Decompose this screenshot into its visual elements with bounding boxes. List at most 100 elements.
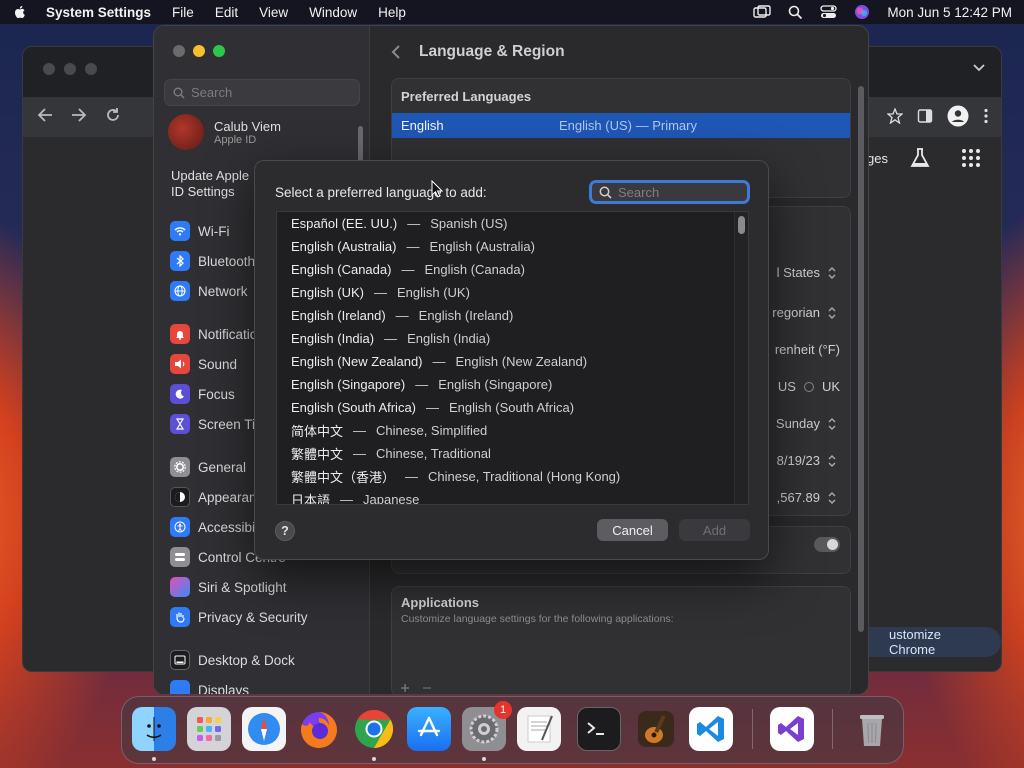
apple-menu-icon[interactable] bbox=[12, 4, 28, 20]
accessibility-icon bbox=[170, 517, 190, 537]
reload-icon[interactable] bbox=[105, 107, 121, 123]
language-separator: — bbox=[426, 400, 440, 415]
customize-chrome-button[interactable]: ustomize Chrome bbox=[849, 627, 1001, 657]
language-english-name: English (New Zealand) bbox=[455, 354, 588, 369]
labs-flask-icon[interactable] bbox=[909, 147, 931, 169]
spotlight-search-icon[interactable] bbox=[788, 5, 803, 20]
menu-view[interactable]: View bbox=[259, 5, 288, 20]
textedit-icon[interactable] bbox=[517, 707, 561, 751]
language-separator: — bbox=[432, 354, 446, 369]
sidebar-item-desktop-dock[interactable]: Desktop & Dock bbox=[170, 649, 295, 671]
trash-icon[interactable] bbox=[850, 707, 894, 751]
add-button[interactable]: Add bbox=[679, 519, 750, 541]
language-list-item[interactable]: 简体中文 — Chinese, Simplified bbox=[277, 419, 748, 442]
main-scrollbar[interactable] bbox=[858, 86, 864, 632]
number-format-select[interactable]: ,567.89 bbox=[777, 490, 836, 505]
temperature-value: renheit (°F) bbox=[774, 342, 840, 357]
screen-mirroring-icon[interactable] bbox=[753, 5, 772, 19]
radio-uk[interactable] bbox=[803, 381, 814, 392]
sidebar-item-network[interactable]: Network bbox=[170, 280, 248, 302]
language-list-item[interactable]: English (New Zealand) — English (New Zeala… bbox=[277, 350, 748, 373]
sidebar-item-privacy-security[interactable]: Privacy & Security bbox=[170, 606, 308, 628]
language-list-item[interactable]: English (Australia) — English (Australia) bbox=[277, 235, 748, 258]
remove-app-icon[interactable] bbox=[422, 683, 432, 693]
more-vertical-icon[interactable] bbox=[983, 108, 989, 124]
zoom-button[interactable] bbox=[213, 45, 225, 57]
measurement-system-control[interactable]: US UK bbox=[778, 379, 840, 394]
cancel-button[interactable]: Cancel bbox=[597, 519, 668, 541]
menu-help[interactable]: Help bbox=[378, 5, 406, 20]
language-list-item[interactable]: 日本語 — Japanese bbox=[277, 488, 748, 504]
system-settings-icon[interactable]: 1 bbox=[462, 701, 512, 751]
apple-id-account[interactable]: Calub Viem Apple ID bbox=[168, 114, 281, 150]
language-list-item[interactable]: 繁體中文（香港） — Chinese, Traditional (Hong Kong… bbox=[277, 465, 748, 488]
sidebar-item-label: Wi-Fi bbox=[198, 223, 230, 239]
forward-arrow-icon[interactable] bbox=[71, 107, 87, 123]
update-apple-id-notice[interactable]: Update Apple ID Settings bbox=[171, 168, 261, 200]
profile-icon[interactable] bbox=[947, 105, 969, 127]
sidebar-item-focus[interactable]: Focus bbox=[170, 383, 235, 405]
first-day-select[interactable]: Sunday bbox=[776, 416, 836, 431]
garageband-icon[interactable] bbox=[634, 707, 678, 751]
menu-file[interactable]: File bbox=[172, 5, 194, 20]
language-list-scrollbar[interactable] bbox=[734, 212, 748, 504]
launchpad-icon[interactable] bbox=[187, 707, 231, 751]
language-list-item[interactable]: English (UK) — English (UK) bbox=[277, 281, 748, 304]
back-chevron-icon[interactable] bbox=[391, 44, 401, 60]
control-centre-icon[interactable] bbox=[820, 5, 838, 19]
language-list-item[interactable]: English (Singapore) — English (Singapore) bbox=[277, 373, 748, 396]
visual-studio-icon[interactable] bbox=[770, 707, 814, 751]
sidebar-item-sound[interactable]: Sound bbox=[170, 353, 237, 375]
menubar-clock[interactable]: Mon Jun 5 12:42 PM bbox=[887, 5, 1012, 20]
finder-icon[interactable] bbox=[132, 707, 176, 751]
menu-app-name[interactable]: System Settings bbox=[46, 5, 151, 20]
sidebar-search-field[interactable]: Search bbox=[164, 79, 360, 106]
language-list-item[interactable]: English (Ireland) — English (Ireland) bbox=[277, 304, 748, 327]
language-list[interactable]: Español (EE. UU.) — Spanish (US) English (A… bbox=[276, 211, 749, 505]
back-arrow-icon[interactable] bbox=[37, 107, 53, 123]
language-separator: — bbox=[405, 469, 419, 484]
preferred-language-row[interactable]: English English (US) — Primary bbox=[392, 113, 850, 138]
menu-window[interactable]: Window bbox=[309, 5, 357, 20]
apps-grid-icon[interactable] bbox=[961, 148, 981, 168]
side-panel-icon[interactable] bbox=[917, 108, 933, 124]
language-list-item[interactable]: Español (EE. UU.) — Spanish (US) bbox=[277, 212, 748, 235]
minimize-button[interactable] bbox=[193, 45, 205, 57]
chevron-down-icon[interactable] bbox=[973, 63, 985, 73]
menu-edit[interactable]: Edit bbox=[215, 5, 238, 20]
language-list-scroll-thumb[interactable] bbox=[738, 216, 745, 234]
bookmark-star-icon[interactable] bbox=[887, 108, 903, 124]
siri-icon[interactable] bbox=[854, 4, 870, 20]
calendar-select[interactable]: regorian bbox=[772, 305, 836, 320]
language-search-input[interactable] bbox=[618, 184, 738, 200]
language-search-field[interactable] bbox=[589, 180, 750, 204]
vscode-icon[interactable] bbox=[689, 707, 733, 751]
firefox-icon[interactable] bbox=[297, 707, 341, 751]
measurement-uk-option[interactable]: UK bbox=[822, 379, 840, 394]
terminal-icon[interactable] bbox=[577, 707, 621, 751]
language-list-item[interactable]: 繁體中文 — Chinese, Traditional bbox=[277, 442, 748, 465]
help-button[interactable]: ? bbox=[275, 521, 295, 541]
safari-icon[interactable] bbox=[242, 707, 286, 751]
sidebar-item-general[interactable]: General bbox=[163, 452, 365, 482]
close-button[interactable] bbox=[173, 45, 185, 57]
sidebar-item-wifi[interactable]: Wi-Fi bbox=[170, 220, 229, 242]
language-list-item[interactable]: English (India) — English (India) bbox=[277, 327, 748, 350]
language-english-name: English (India) bbox=[407, 331, 491, 346]
sidebar-item-bluetooth[interactable]: Bluetooth bbox=[170, 250, 255, 272]
measurement-us-option[interactable]: US bbox=[778, 379, 796, 394]
temperature-select[interactable]: renheit (°F) bbox=[775, 342, 840, 357]
chrome-icon[interactable] bbox=[352, 707, 396, 751]
sidebar-item-label: Network bbox=[198, 283, 248, 299]
sidebar-item-siri-spotlight[interactable]: Siri & Spotlight bbox=[170, 576, 287, 598]
region-select[interactable]: l States bbox=[777, 265, 836, 280]
dock: 1 bbox=[121, 696, 904, 764]
language-list-item[interactable]: English (Canada) — English (Canada) bbox=[277, 258, 748, 281]
app-store-icon[interactable] bbox=[407, 707, 451, 751]
system-settings-running-indicator bbox=[482, 757, 486, 761]
language-list-item[interactable]: English (South Africa) — English (South Af… bbox=[277, 396, 748, 419]
date-format-select[interactable]: 8/19/23 bbox=[777, 453, 836, 468]
live-text-toggle[interactable] bbox=[814, 537, 840, 552]
sidebar-item-displays[interactable]: Displays bbox=[170, 679, 249, 694]
add-app-icon[interactable] bbox=[400, 683, 410, 693]
